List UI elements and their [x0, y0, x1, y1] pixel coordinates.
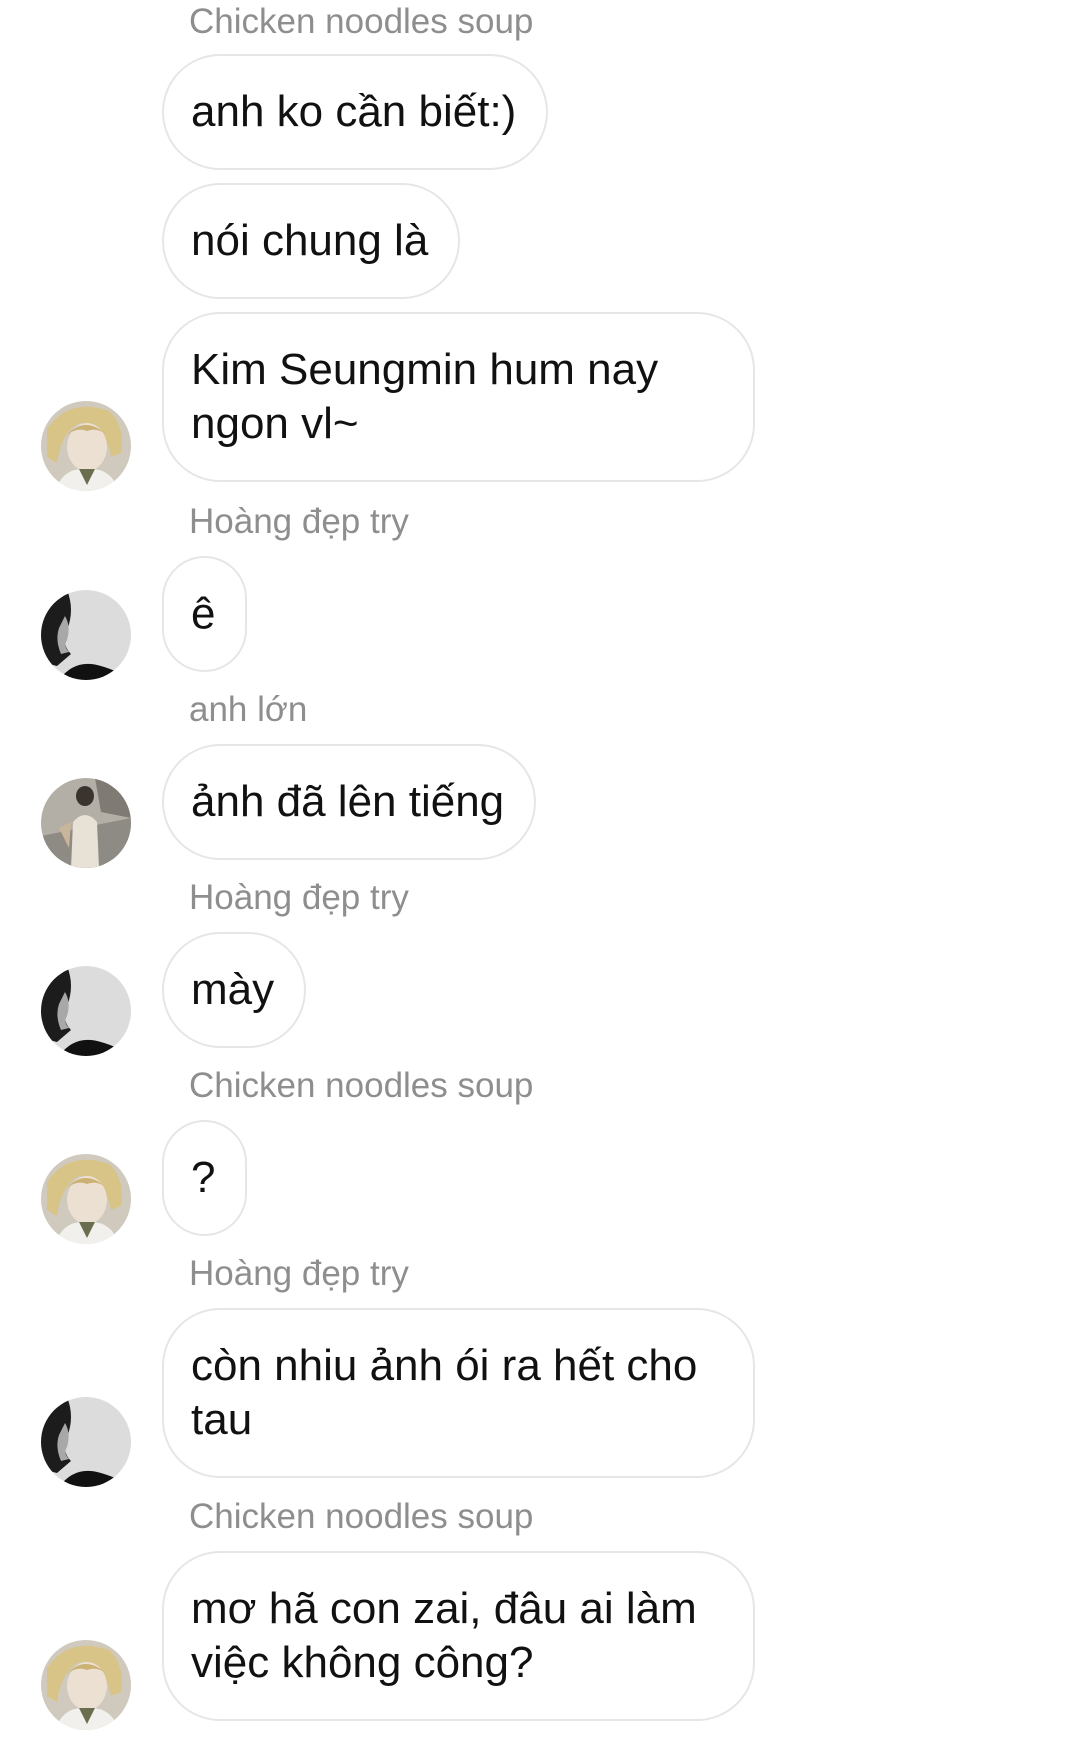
monochrome-profile-avatar[interactable]: [41, 590, 131, 680]
sender-name: Hoàng đẹp try: [189, 878, 409, 917]
message-text: mày: [191, 965, 275, 1014]
monochrome-profile-avatar[interactable]: [41, 1397, 131, 1487]
sender-name: Hoàng đẹp try: [189, 502, 409, 541]
message-bubble[interactable]: ê: [162, 556, 248, 672]
street-photo-avatar[interactable]: [41, 778, 131, 868]
message-text: mơ hã con zai, đâu ai làm việc không côn…: [191, 1584, 709, 1687]
blonde-portrait-avatar[interactable]: [41, 1640, 131, 1730]
sender-name: Chicken noodles soup: [189, 1497, 534, 1536]
message-bubble[interactable]: nói chung là: [162, 183, 461, 299]
sender-name: anh lớn: [189, 690, 308, 729]
monochrome-profile-avatar[interactable]: [41, 966, 131, 1056]
message-text: Kim Seungmin hum nay ngon vl~: [191, 345, 671, 448]
sender-name: Chicken noodles soup: [189, 2, 534, 41]
message-text: ảnh đã lên tiếng: [191, 777, 505, 826]
message-bubble[interactable]: mày: [162, 932, 307, 1048]
message-text: anh ko cần biết:): [191, 87, 517, 136]
message-bubble[interactable]: anh ko cần biết:): [162, 54, 549, 170]
message-text: ?: [191, 1153, 216, 1202]
message-bubble[interactable]: Kim Seungmin hum nay ngon vl~: [162, 312, 755, 482]
message-text: ê: [191, 589, 216, 638]
message-bubble[interactable]: mơ hã con zai, đâu ai làm việc không côn…: [162, 1551, 755, 1721]
message-text: nói chung là: [191, 216, 429, 265]
blonde-portrait-avatar[interactable]: [41, 1154, 131, 1244]
message-bubble[interactable]: ?: [162, 1120, 248, 1236]
sender-name: Chicken noodles soup: [189, 1066, 534, 1105]
sender-name: Hoàng đẹp try: [189, 1254, 409, 1293]
message-bubble[interactable]: còn nhiu ảnh ói ra hết cho tau: [162, 1308, 755, 1478]
message-bubble[interactable]: ảnh đã lên tiếng: [162, 744, 537, 860]
blonde-portrait-avatar[interactable]: [41, 401, 131, 491]
message-text: còn nhiu ảnh ói ra hết cho tau: [191, 1341, 710, 1444]
